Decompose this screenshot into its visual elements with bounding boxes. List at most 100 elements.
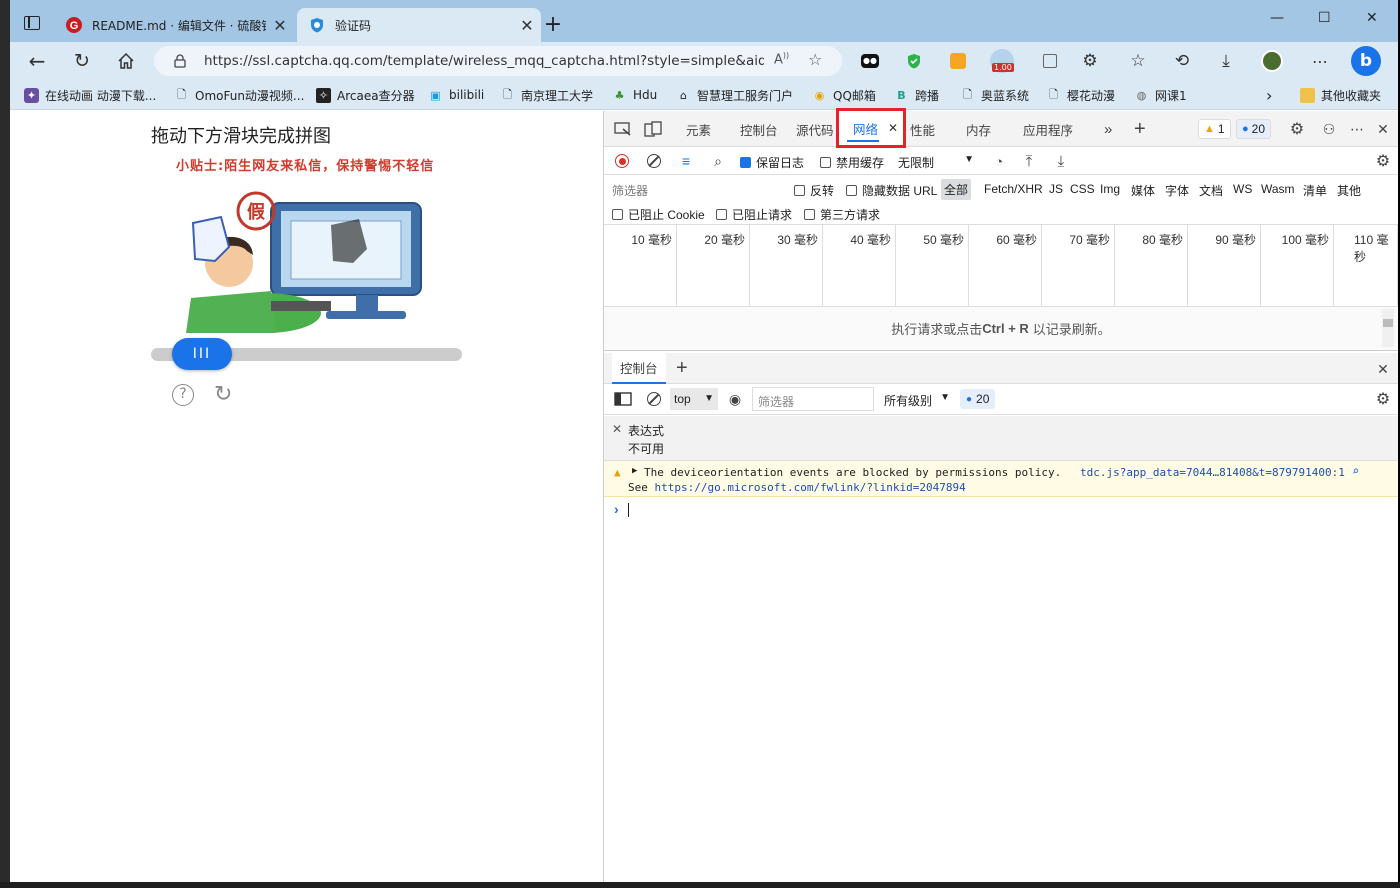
bookmark-item[interactable]: ◉ QQ邮箱	[812, 86, 876, 104]
checkbox-checked[interactable]	[740, 157, 751, 168]
tab-application[interactable]: 应用程序	[1023, 111, 1073, 147]
third-party-checkbox[interactable]: 第三方请求	[804, 206, 880, 223]
checkbox[interactable]	[846, 185, 857, 196]
read-aloud-icon[interactable]: A))	[774, 51, 789, 67]
chevron-right-icon[interactable]: ›	[1266, 86, 1272, 105]
warning-source-link[interactable]: tdc.js?app_data=7044…81408&t=879791400:1	[1080, 466, 1345, 479]
blocked-cookies-checkbox[interactable]: 已阻止 Cookie	[612, 206, 705, 223]
console-messages-badge[interactable]: ● 20	[960, 389, 996, 409]
slider-handle[interactable]: III	[172, 338, 232, 370]
bookmark-item[interactable]: 🗋 奥蓝系统	[960, 86, 1029, 104]
bookmark-item[interactable]: ✧ Arcaea查分器	[316, 86, 415, 104]
close-window-button[interactable]: ✕	[1366, 10, 1378, 26]
console-filter-input[interactable]: 筛选器	[752, 387, 874, 411]
bookmark-item[interactable]: ◍ 网课1	[1134, 86, 1187, 104]
drawer-add-tab-icon[interactable]: +	[676, 353, 688, 384]
bookmark-item[interactable]: ⌂ 智慧理工服务门户	[676, 86, 793, 104]
tab-close-button[interactable]: ✕	[513, 16, 541, 35]
type-wasm[interactable]: Wasm	[1261, 182, 1295, 196]
clear-icon[interactable]	[646, 153, 662, 169]
close-tab-icon[interactable]: ✕	[888, 121, 898, 135]
throttle-select[interactable]: 无限制 ▼	[898, 154, 974, 171]
bookmark-item[interactable]: B 跨播	[894, 86, 939, 104]
wifi-settings-icon[interactable]: ◔	[990, 153, 1008, 169]
settings-icon[interactable]: ⚙	[1288, 120, 1306, 138]
bookmark-item[interactable]: ▣ bilibili	[428, 86, 484, 104]
inspect-icon[interactable]	[614, 121, 632, 137]
preserve-log-checkbox[interactable]: 保留日志	[740, 154, 804, 171]
network-filter-input[interactable]: 筛选器	[612, 182, 772, 199]
tab-sources[interactable]: 源代码	[796, 111, 834, 147]
device-toolbar-icon[interactable]	[644, 121, 662, 137]
expression-label[interactable]: 表达式	[628, 422, 664, 439]
disable-cache-checkbox[interactable]: 禁用缓存	[820, 154, 884, 171]
tab-console[interactable]: 控制台	[740, 111, 778, 147]
tab-memory[interactable]: 内存	[966, 111, 991, 147]
reload-icon[interactable]: ↻	[70, 49, 94, 73]
extension-orange-icon[interactable]	[946, 49, 970, 73]
export-icon[interactable]: ⤓	[1052, 152, 1070, 170]
tab-performance[interactable]: 性能	[910, 111, 935, 147]
filter-icon[interactable]: ≡	[678, 153, 694, 169]
sidebar-toggle-icon[interactable]	[614, 391, 632, 407]
add-tab-icon[interactable]: +	[1134, 111, 1146, 147]
other-favorites-folder[interactable]: 其他收藏夹	[1300, 86, 1381, 104]
hide-data-url-checkbox[interactable]: 隐藏数据 URL	[846, 182, 937, 199]
profile-avatar[interactable]	[1260, 49, 1284, 73]
warning-link[interactable]: https://go.microsoft.com/fwlink/?linkid=…	[655, 481, 966, 494]
checkbox[interactable]	[794, 185, 805, 196]
type-media[interactable]: 媒体	[1131, 182, 1155, 199]
refresh-icon[interactable]: ↻	[214, 382, 232, 407]
levels-select[interactable]: 所有级别 ▼	[884, 392, 950, 409]
downloads-icon[interactable]: ⤓	[1214, 49, 1238, 73]
extension-shield-icon[interactable]	[902, 49, 926, 73]
tab-network[interactable]: 网络 ✕	[836, 108, 906, 148]
add-favorite-icon[interactable]: ☆	[808, 50, 822, 69]
checkbox[interactable]	[716, 209, 727, 220]
favorites-icon[interactable]: ☆	[1126, 49, 1150, 73]
extension-game-icon[interactable]: ●●	[858, 49, 882, 73]
minimize-button[interactable]: —	[1270, 10, 1284, 26]
close-drawer-icon[interactable]: ✕	[1374, 360, 1392, 378]
context-select[interactable]: top ▼	[670, 388, 718, 410]
extension-speed-icon[interactable]: 1.00	[988, 49, 1016, 73]
new-tab-button[interactable]: +	[542, 12, 564, 37]
search-issue-icon[interactable]: ⌕	[1352, 464, 1359, 478]
help-icon[interactable]: ?	[172, 384, 194, 406]
checkbox[interactable]	[612, 209, 623, 220]
extension-puzzle-icon[interactable]	[1038, 49, 1062, 73]
home-icon[interactable]	[114, 49, 138, 73]
import-icon[interactable]: ⤒	[1020, 152, 1038, 170]
invert-checkbox[interactable]: 反转	[794, 182, 834, 199]
bookmark-item[interactable]: ✦ 在线动画 动漫下载...	[24, 86, 156, 104]
url-text[interactable]: https://ssl.captcha.qq.com/template/wire…	[204, 53, 764, 69]
expand-triangle-icon[interactable]: ▶	[632, 466, 637, 476]
address-bar[interactable]: https://ssl.captcha.qq.com/template/wire…	[154, 46, 842, 76]
bookmark-item[interactable]: 🗋 OmoFun动漫视频...	[174, 86, 304, 104]
drawer-tab-console[interactable]: 控制台	[612, 353, 666, 384]
extensions-icon[interactable]: ⚙	[1078, 49, 1102, 73]
close-devtools-icon[interactable]: ✕	[1374, 120, 1392, 138]
tab-readme[interactable]: G README.md · 编辑文件 · 硫酸钡 ✕	[54, 8, 294, 42]
type-fetch-xhr[interactable]: Fetch/XHR	[984, 182, 1043, 196]
type-other[interactable]: 其他	[1337, 182, 1361, 199]
tab-elements[interactable]: 元素	[686, 111, 711, 147]
type-doc[interactable]: 文档	[1199, 182, 1223, 199]
bing-icon[interactable]: b	[1350, 45, 1382, 77]
type-ws[interactable]: WS	[1233, 182, 1252, 196]
tab-captcha[interactable]: 验证码 ✕	[297, 8, 541, 42]
bookmark-item[interactable]: 🗋 樱花动漫	[1046, 86, 1115, 104]
warnings-badge[interactable]: ▲ 1	[1198, 119, 1231, 139]
clear-console-icon[interactable]	[646, 391, 662, 407]
history-icon[interactable]: ⟲	[1170, 49, 1194, 73]
tab-actions-icon[interactable]	[24, 16, 40, 30]
network-overview-timeline[interactable]: 10 毫秒 20 毫秒 30 毫秒 40 毫秒 50 毫秒 60 毫秒 70 毫…	[604, 225, 1398, 307]
eye-icon[interactable]: ◉	[726, 390, 744, 408]
bookmark-item[interactable]: 🗋 南京理工大学	[500, 86, 593, 104]
messages-badge[interactable]: ● 20	[1236, 119, 1272, 139]
more-menu-icon[interactable]: ⋯	[1308, 49, 1332, 73]
record-icon[interactable]	[614, 153, 630, 169]
bookmark-item[interactable]: ♣ Hdu	[612, 86, 658, 104]
console-input-caret[interactable]	[628, 503, 629, 517]
checkbox[interactable]	[820, 157, 831, 168]
